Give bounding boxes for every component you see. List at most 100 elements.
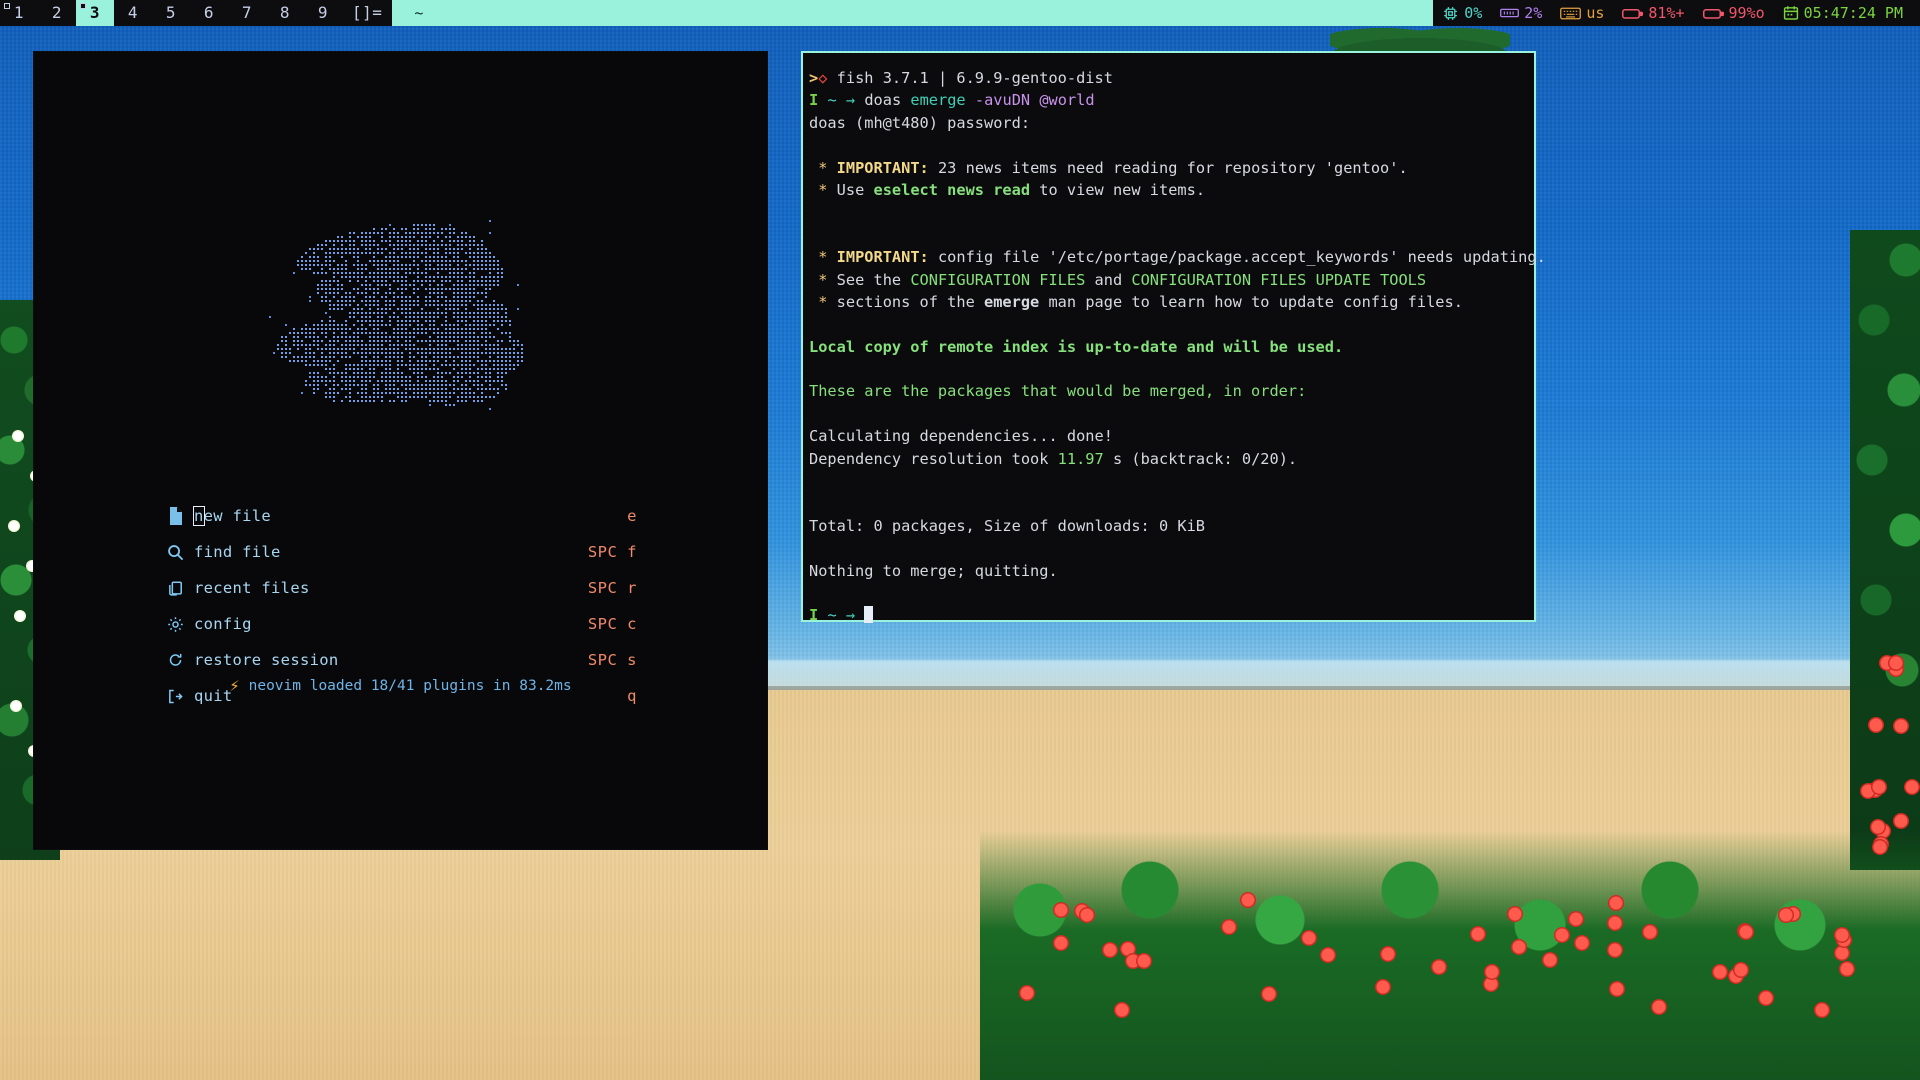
tray-memory[interactable]: 2% (1491, 0, 1551, 26)
terminal-text (827, 248, 836, 266)
workspace-button-7[interactable]: 7 (228, 0, 266, 26)
dashboard-menu-item-config[interactable]: config SPC c (162, 606, 637, 642)
wallpaper-rose (1738, 924, 1754, 940)
terminal-text (837, 606, 846, 624)
wallpaper-rose (1834, 927, 1850, 943)
terminal-text (809, 293, 818, 311)
workspace-button-8[interactable]: 8 (266, 0, 304, 26)
terminal-output[interactable]: >◇ fish 3.7.1 | 6.9.9-gentoo-dist I ~ → d… (803, 53, 1534, 620)
wallpaper-rose (1814, 1002, 1830, 1018)
terminal-text: sections of the (827, 293, 984, 311)
terminal-text: I (809, 606, 818, 624)
terminal-text: emerge (910, 91, 965, 109)
terminal-text: @world (1039, 91, 1094, 109)
dashboard-menu-item-label: config (194, 615, 252, 633)
keyboard-icon (1560, 6, 1581, 21)
wallpaper-rose (1261, 986, 1277, 1002)
terminal-line: Local copy of remote index is up-to-date… (809, 336, 1524, 358)
terminal-text: CONFIGURATION FILES (910, 271, 1085, 289)
terminal-text: Use (827, 181, 873, 199)
workspace-label: 2 (52, 3, 62, 22)
terminal-line: doas (mh@t480) password: (809, 112, 1524, 134)
workspace-button-2[interactable]: 2 (38, 0, 76, 26)
wallpaper-rose (1568, 911, 1584, 927)
wallpaper-rose (1102, 942, 1118, 958)
terminal-text (855, 91, 864, 109)
wallpaper-rose (1079, 907, 1095, 923)
terminal-line: * IMPORTANT: config file '/etc/portage/p… (809, 246, 1524, 268)
workspace-button-3[interactable]: 3 (76, 0, 114, 26)
wallpaper-rose (1511, 939, 1527, 955)
terminal-line: * IMPORTANT: 23 news items need reading … (809, 157, 1524, 179)
terminal-line: Nothing to merge; quitting. (809, 560, 1524, 582)
terminal-line: >◇ fish 3.7.1 | 6.9.9-gentoo-dist (809, 67, 1524, 89)
wallpaper-rose (1574, 935, 1590, 951)
terminal-text: Calculating dependencies... done! (809, 427, 1113, 445)
terminal-text: I (809, 91, 818, 109)
tray-cpu[interactable]: 0% (1433, 0, 1491, 26)
terminal-line: Dependency resolution took 11.97 s (back… (809, 448, 1524, 470)
workspace-button-4[interactable]: 4 (114, 0, 152, 26)
tray-battery-secondary-value: 99%o (1729, 0, 1765, 26)
terminal-line: * Use eselect news read to view new item… (809, 179, 1524, 201)
terminal-text: Total: 0 packages, Size of downloads: 0 … (809, 517, 1205, 535)
terminal-window[interactable]: >◇ fish 3.7.1 | 6.9.9-gentoo-dist I ~ → d… (801, 51, 1536, 622)
dashboard-menu-item-find-file[interactable]: find file SPC f (162, 534, 637, 570)
tray-keyboard-layout[interactable]: us (1551, 0, 1613, 26)
tray-battery-secondary[interactable]: 99%o (1694, 0, 1774, 26)
terminal-line: I ~ → (809, 604, 1524, 626)
wallpaper-rose (1712, 964, 1728, 980)
wallpaper-flower (14, 610, 26, 622)
terminal-text: → (846, 91, 855, 109)
workspace-label: 3 (90, 3, 100, 22)
terminal-line (809, 201, 1524, 223)
workspace-label: 5 (166, 3, 176, 22)
terminal-text (1030, 91, 1039, 109)
workspace-button-5[interactable]: 5 (152, 0, 190, 26)
workspace-button-9[interactable]: 9 (304, 0, 342, 26)
neovim-window[interactable]: new file e find file SPC f recent files SPC r… (33, 51, 768, 850)
dashboard-menu-item-new-file[interactable]: new file e (162, 498, 637, 534)
workspace-label: 8 (280, 3, 290, 22)
tray-clock[interactable]: 05:47:24 PM (1774, 0, 1912, 26)
workspace-label: 4 (128, 3, 138, 22)
neovim-ascii-logo (34, 212, 767, 412)
terminal-line: * See the CONFIGURATION FILES and CONFIG… (809, 269, 1524, 291)
terminal-text: doas (864, 91, 910, 109)
terminal-text: CONFIGURATION FILES UPDATE TOOLS (1131, 271, 1426, 289)
workspace-button-1[interactable]: 1 (0, 0, 38, 26)
dashboard-menu-item-shortcut: SPC f (588, 543, 637, 561)
terminal-text: Dependency resolution took (809, 450, 1058, 468)
terminal-text: config file '/etc/portage/package.accept… (929, 248, 1546, 266)
workspace-button-6[interactable]: 6 (190, 0, 228, 26)
wallpaper-rose (1839, 961, 1855, 977)
wallpaper-rose (1507, 906, 1523, 922)
dashboard-menu-item-label: restore session (194, 651, 338, 669)
workspace-occupied-indicator (80, 3, 86, 9)
terminal-text: doas (mh@t480) password: (809, 114, 1030, 132)
terminal-text (809, 248, 818, 266)
terminal-text: ~ (827, 91, 836, 109)
system-tray: 0% 2% us 81%+ 99%o 05:47:24 PM (1433, 0, 1920, 26)
dashboard-menu-item-restore-session[interactable]: restore session SPC s (162, 642, 637, 678)
terminal-line: * sections of the emerge man page to lea… (809, 291, 1524, 313)
workspace-button-[interactable]: []= (342, 0, 392, 26)
terminal-text: fish 3.7.1 | 6.9.9-gentoo-dist (827, 69, 1113, 87)
dashboard-menu-item-shortcut: e (627, 507, 637, 525)
workspace-label: 6 (204, 3, 214, 22)
wallpaper-flower (12, 430, 24, 442)
terminal-text: See the (827, 271, 910, 289)
battery-icon (1703, 7, 1724, 20)
search-magnifier-icon (162, 544, 188, 561)
wallpaper-right-foliage (1850, 230, 1920, 870)
lightning-bolt-icon: ⚡ (229, 676, 239, 696)
tray-battery-primary[interactable]: 81%+ (1613, 0, 1693, 26)
tray-keyboard-value: us (1586, 0, 1604, 26)
dashboard-footer: ⚡ neovim loaded 18/41 plugins in 83.2ms (34, 676, 767, 696)
terminal-line: These are the packages that would be mer… (809, 380, 1524, 402)
battery-icon (1622, 7, 1643, 20)
wallpaper-rose (1642, 924, 1658, 940)
restore-refresh-icon (162, 652, 188, 668)
terminal-text (966, 91, 975, 109)
dashboard-menu-item-recent-files[interactable]: recent files SPC r (162, 570, 637, 606)
